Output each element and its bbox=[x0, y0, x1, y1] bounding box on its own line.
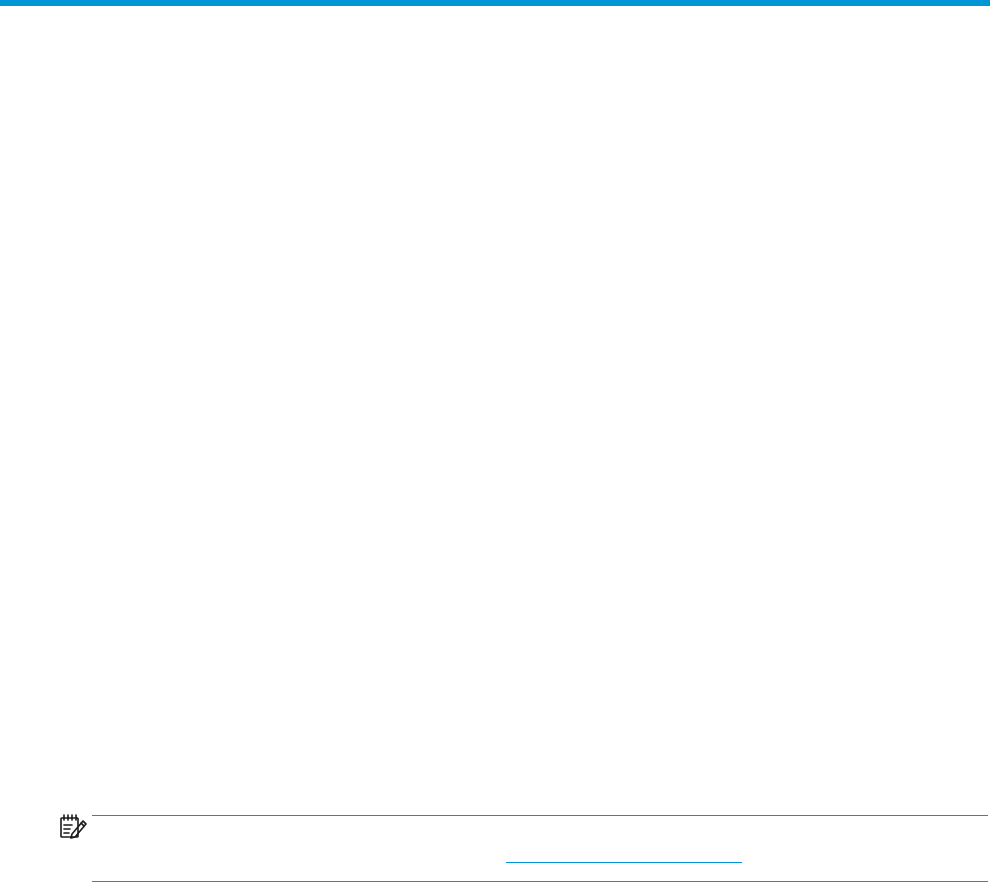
note-link[interactable] bbox=[506, 862, 742, 863]
note-block bbox=[58, 812, 988, 882]
note-icon bbox=[58, 812, 88, 840]
note-bottom-rule bbox=[92, 881, 988, 882]
header-rule bbox=[0, 0, 990, 6]
note-top-rule bbox=[92, 815, 988, 816]
